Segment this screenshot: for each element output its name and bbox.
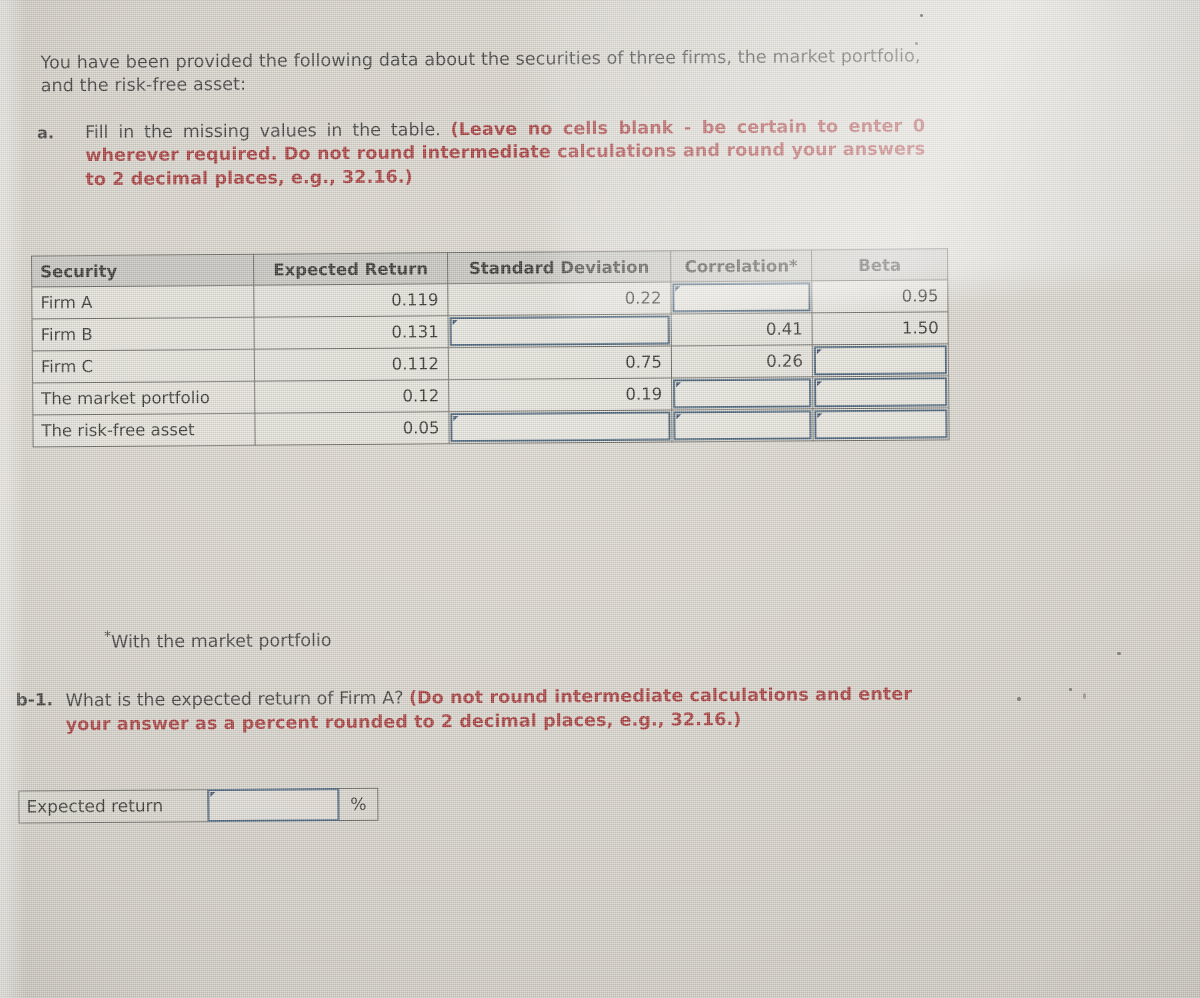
cell-security-firm-a: Firm A [31,285,255,319]
cell-expected-return-risk-free-asset: 0.05 [254,411,450,446]
cell-standard-deviation-market-portfolio: 0.19 [448,377,672,412]
cell-standard-deviation-firm-a: 0.22 [447,281,672,316]
question-b1-text: What is the expected return of Firm A? [65,688,404,712]
expected-return-answer-row: Expected return % [18,787,379,824]
input-box[interactable] [449,315,670,347]
document-body: You have been provided the following dat… [0,0,1200,998]
column-header-correlation: Correlation* [670,249,812,282]
cell-correlation-firm-b: 0.41 [671,312,813,346]
cell-security-firm-c: Firm C [32,349,255,383]
cell-expected-return-firm-a: 0.119 [253,283,449,318]
intro-paragraph: You have been provided the following dat… [40,46,921,97]
input-box[interactable] [673,378,812,409]
table-row: The risk-free asset 0.05 [32,407,950,447]
cell-correlation-firm-c: 0.26 [671,344,813,378]
question-a-body: Fill in the missing values in the table.… [85,115,926,192]
cell-expected-return-market-portfolio: 0.12 [254,379,449,414]
cell-security-risk-free-asset: The risk-free asset [32,413,256,447]
input-box[interactable] [673,410,812,441]
input-standard-deviation-firm-b[interactable] [448,313,672,348]
securities-table: Security Expected Return Standard Deviat… [31,248,950,448]
input-standard-deviation-risk-free-asset[interactable] [448,409,673,444]
input-box[interactable] [814,377,948,408]
table-body: Firm A 0.119 0.22 0.95 Firm B 0.131 0.41… [31,279,950,447]
question-a-letter: a. [37,123,55,143]
cell-beta-firm-b: 1.50 [812,311,949,345]
footnote-text: With the market portfolio [111,630,332,653]
footnote-star: * [104,628,112,645]
question-b1: b-1. What is the expected return of Firm… [15,684,915,739]
input-correlation-risk-free-asset[interactable] [671,408,814,442]
input-box[interactable] [813,345,948,376]
input-beta-risk-free-asset[interactable] [812,407,950,441]
column-header-security: Security [31,254,254,287]
cell-standard-deviation-firm-c: 0.75 [448,345,672,380]
table-footnote: *With the market portfolio [104,627,332,653]
input-box[interactable] [814,409,948,440]
photographed-screen: You have been provided the following dat… [0,0,1200,998]
cell-expected-return-firm-c: 0.112 [254,347,449,382]
column-header-beta: Beta [811,248,948,281]
cell-expected-return-firm-b: 0.131 [254,315,449,350]
input-beta-firm-c[interactable] [812,343,949,377]
question-a: a. Fill in the missing values in the tab… [37,115,926,192]
input-correlation-market-portfolio[interactable] [671,376,813,410]
expected-return-input[interactable] [207,788,340,823]
column-header-expected-return: Expected Return [253,252,448,286]
percent-unit-label: % [338,787,379,822]
cell-beta-firm-a: 0.95 [811,279,949,313]
cell-security-market-portfolio: The market portfolio [32,381,255,415]
column-header-standard-deviation: Standard Deviation [447,250,671,284]
cell-security-firm-b: Firm B [32,317,255,351]
question-a-text: Fill in the missing values in the table. [85,120,441,144]
input-box[interactable] [450,411,671,443]
answer-label: Expected return [18,789,209,824]
question-b1-body: What is the expected return of Firm A? (… [65,684,915,738]
input-beta-market-portfolio[interactable] [812,375,949,409]
question-b1-letter: b-1. [15,690,54,711]
input-correlation-firm-a[interactable] [670,280,813,314]
input-box[interactable] [672,282,811,313]
